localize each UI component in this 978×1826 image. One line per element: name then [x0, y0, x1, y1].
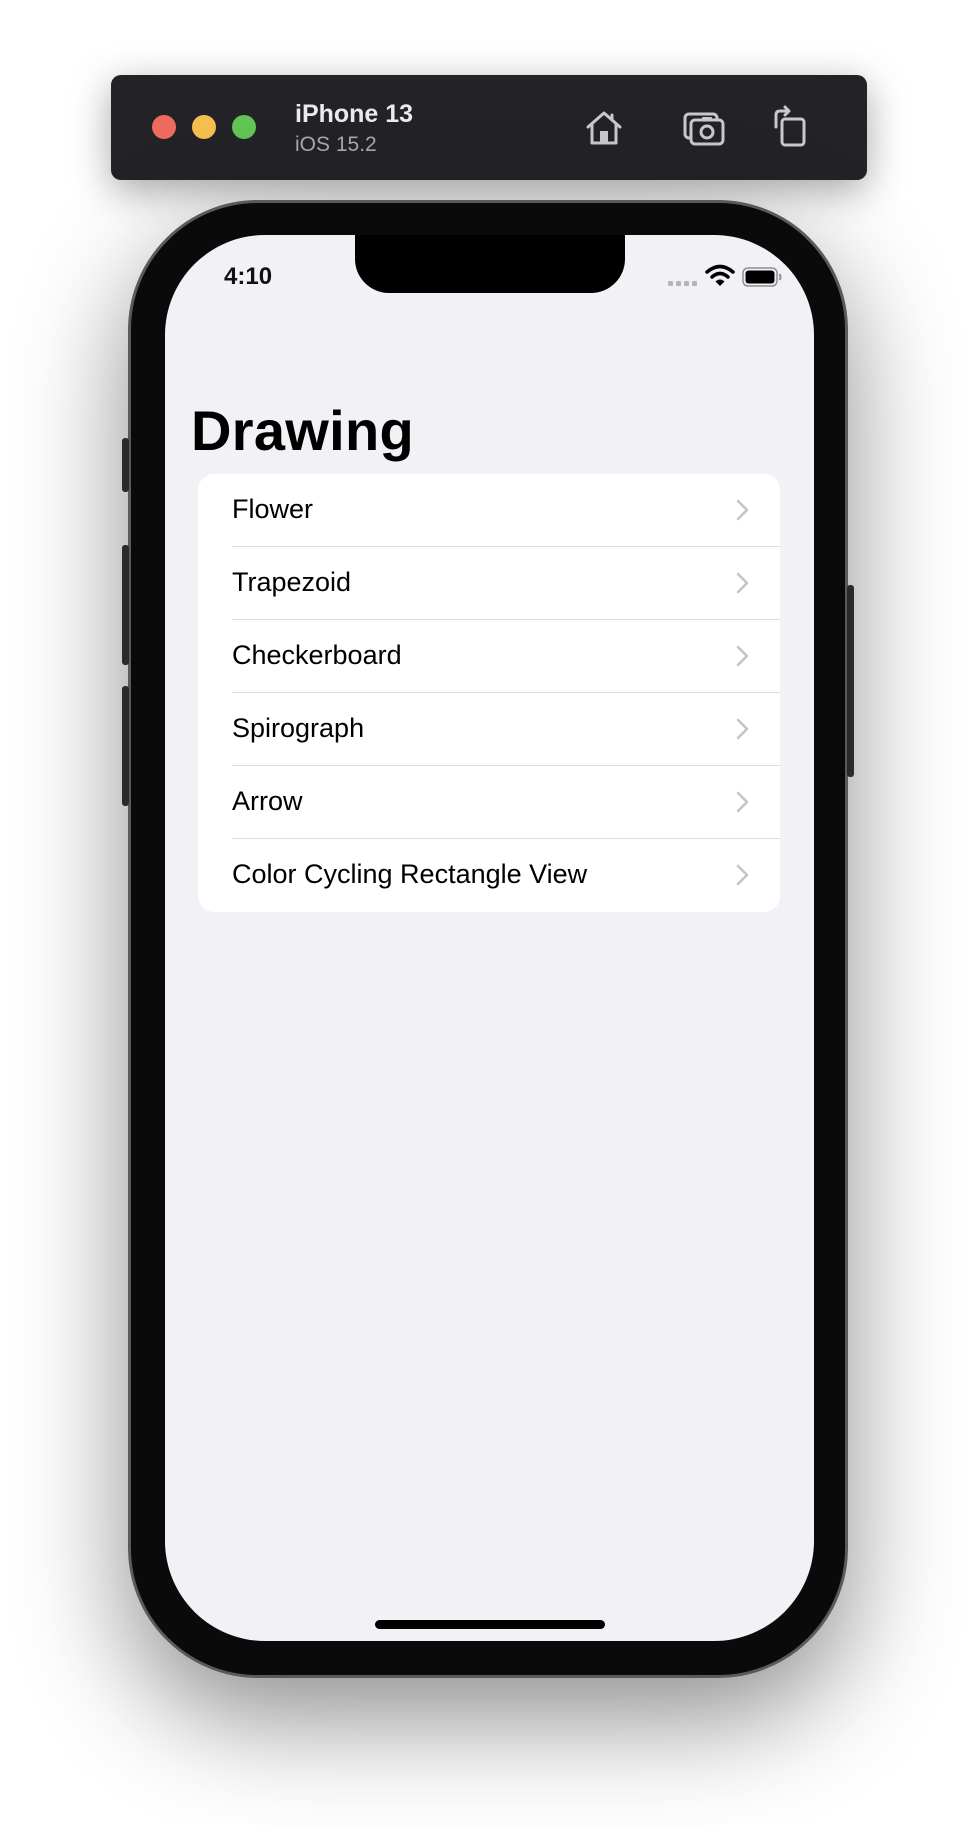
list-item-trapezoid[interactable]: Trapezoid: [198, 547, 780, 620]
volume-down-button[interactable]: [122, 686, 129, 806]
chevron-right-icon: [736, 791, 749, 813]
zoom-window-button[interactable]: [232, 115, 256, 139]
list-item-color-cycling-rectangle-view[interactable]: Color Cycling Rectangle View: [198, 839, 780, 912]
chevron-right-icon: [736, 645, 749, 667]
chevron-right-icon: [736, 572, 749, 594]
minimize-window-button[interactable]: [192, 115, 216, 139]
battery-icon: [742, 267, 782, 287]
device-name: iPhone 13: [295, 100, 414, 128]
navigation-title: Drawing: [191, 399, 415, 462]
list-item-flower[interactable]: Flower: [198, 474, 780, 547]
device-os-version: iOS 15.2: [295, 133, 377, 156]
simulator-toolbar: iPhone 13 iOS 15.2: [111, 75, 867, 180]
home-icon[interactable]: [581, 105, 627, 151]
notch: [355, 235, 625, 293]
power-button[interactable]: [847, 585, 854, 777]
list-item-checkerboard[interactable]: Checkerboard: [198, 620, 780, 693]
volume-up-button[interactable]: [122, 545, 129, 665]
list-item-label: Color Cycling Rectangle View: [232, 859, 588, 889]
list-item-label: Checkerboard: [232, 640, 402, 670]
silent-switch[interactable]: [122, 438, 129, 492]
list-item-label: Spirograph: [232, 713, 365, 743]
close-window-button[interactable]: [152, 115, 176, 139]
screenshot-icon[interactable]: [681, 105, 727, 151]
list-item-label: Arrow: [232, 786, 303, 816]
chevron-right-icon: [736, 718, 749, 740]
drawing-list: Flower Trapezoid Checkerboard Spirograph…: [198, 474, 780, 912]
list-item-arrow[interactable]: Arrow: [198, 766, 780, 839]
home-indicator[interactable]: [375, 1620, 605, 1629]
list-item-label: Trapezoid: [232, 567, 352, 597]
cellular-signal-icon: [668, 281, 698, 287]
chevron-right-icon: [736, 499, 749, 521]
chevron-right-icon: [736, 864, 749, 886]
wifi-icon: [705, 264, 735, 286]
rotate-icon[interactable]: [768, 105, 814, 151]
device-screen: 4:10 Drawing Flower Trapezoid Checkerboa…: [165, 235, 814, 1641]
status-time: 4:10: [224, 263, 273, 290]
list-item-label: Flower: [232, 494, 314, 524]
list-item-spirograph[interactable]: Spirograph: [198, 693, 780, 766]
